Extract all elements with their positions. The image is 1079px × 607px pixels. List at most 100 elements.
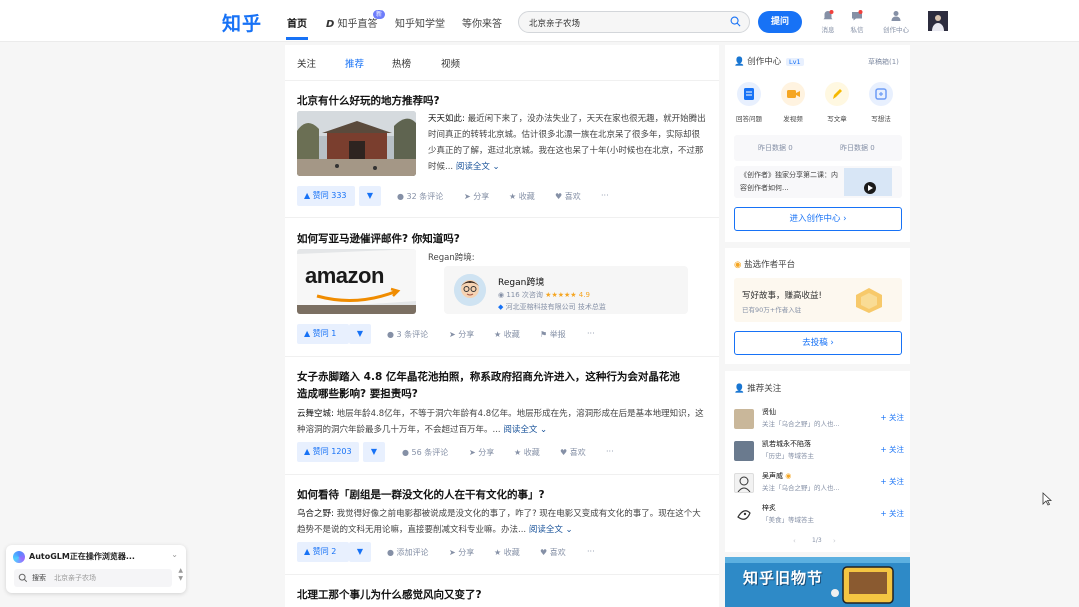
write-article-button[interactable]: [825, 82, 849, 106]
zhihu-logo[interactable]: 知乎: [222, 9, 262, 36]
upvote-button[interactable]: ▲ 赞同 1: [297, 324, 349, 344]
feed-item-title[interactable]: 如何写亚马逊催评邮件? 你知道吗?: [297, 231, 460, 246]
comment-button[interactable]: ● 3 条评论: [387, 329, 428, 340]
follow-button[interactable]: + 关注: [880, 476, 904, 487]
autoglm-logo-icon: [13, 551, 25, 563]
comment-button[interactable]: ● 32 条评论: [397, 191, 443, 202]
creator-promo-text: 《创作者》独家分享第二课：内容创作者如何...: [740, 171, 838, 192]
follow-name[interactable]: 吴声威 ◉: [762, 471, 791, 481]
nav-zhida[interactable]: D 知乎直答: [326, 15, 378, 30]
follow-button[interactable]: + 关注: [880, 508, 904, 519]
more-button[interactable]: ···: [601, 191, 609, 200]
promo-banner[interactable]: 知乎旧物节: [725, 557, 910, 607]
collapse-chevron-icon[interactable]: ⌄: [171, 550, 178, 559]
creator-center-label: 创作中心: [883, 26, 909, 34]
nav-waiting-answer[interactable]: 等你来答: [462, 15, 502, 30]
collect-button[interactable]: ★ 收藏: [494, 547, 520, 558]
comment-button[interactable]: ● 56 条评论: [402, 447, 448, 458]
report-button[interactable]: ⚑ 举报: [540, 329, 566, 340]
follow-button[interactable]: + 关注: [880, 412, 904, 423]
pager-prev-icon[interactable]: ‹: [793, 537, 796, 545]
follow-suggestion[interactable]: 凯若城永不陷落 「历史」等域答主 + 关注: [734, 439, 904, 463]
creator-promo[interactable]: 《创作者》独家分享第二课：内容创作者如何...: [734, 166, 902, 198]
comment-label: 56 条评论: [411, 448, 449, 457]
downvote-button[interactable]: ▼: [349, 324, 371, 344]
feed-item-title[interactable]: 北理工那个事儿为什么感觉风向又变了?: [297, 587, 482, 602]
more-button[interactable]: ···: [587, 329, 595, 338]
like-button[interactable]: ♥ 喜欢: [555, 191, 581, 202]
notifications-button[interactable]: 消息: [813, 10, 843, 34]
collect-button[interactable]: ★ 收藏: [509, 191, 535, 202]
read-more-link[interactable]: 阅读全文: [456, 162, 490, 172]
upvote-button[interactable]: ▲ 赞同 1203: [297, 442, 359, 462]
share-button[interactable]: ➤ 分享: [449, 547, 474, 558]
share-button[interactable]: ➤ 分享: [449, 329, 474, 340]
ask-button[interactable]: 提问: [758, 11, 802, 33]
downvote-button[interactable]: ▼: [363, 442, 385, 462]
answer-question-button[interactable]: [737, 82, 761, 106]
search-value: 北京亲子农场: [529, 19, 581, 29]
user-avatar[interactable]: [928, 11, 948, 31]
feed-item-thumbnail[interactable]: amazon: [297, 249, 416, 314]
share-label: 分享: [458, 330, 475, 339]
drafts-link[interactable]: 草稿箱(1): [868, 57, 899, 67]
collect-button[interactable]: ★ 收藏: [514, 447, 540, 458]
collect-button[interactable]: ★ 收藏: [494, 329, 520, 340]
follow-suggestion[interactable]: 梓炙 「美食」等域答主 + 关注: [734, 503, 904, 527]
pager-next-icon[interactable]: ›: [833, 537, 836, 545]
follow-suggestion[interactable]: 贤仙 关注「乌合之野」的人也... + 关注: [734, 407, 904, 431]
follow-suggestion[interactable]: 吴声威 ◉ 关注「乌合之野」的人也... + 关注: [734, 471, 904, 495]
follow-button[interactable]: + 关注: [880, 444, 904, 455]
feed-item-title[interactable]: 如何看待「剧组是一群没文化的人在干有文化的事」?: [297, 487, 545, 502]
chevron-down-icon: ⌄: [537, 425, 548, 435]
upvote-button[interactable]: ▲ 赞同 333: [297, 186, 355, 206]
comment-button[interactable]: ● 添加评论: [387, 547, 429, 558]
tab-recommend[interactable]: 推荐: [345, 56, 364, 70]
follow-name[interactable]: 梓炙: [762, 503, 776, 513]
feed-item-author[interactable]: Regan跨境:: [428, 250, 475, 266]
like-button[interactable]: ♥ 喜欢: [540, 547, 566, 558]
tab-follow[interactable]: 关注: [297, 56, 316, 70]
collect-label: 收藏: [518, 192, 535, 201]
upvote-label: 赞同 1203: [312, 447, 352, 456]
platform-promo[interactable]: 写好故事，赚高收益! 已有90万+作者入驻: [734, 278, 902, 322]
downvote-button[interactable]: ▼: [349, 542, 371, 562]
feed-item-excerpt[interactable]: 乌合之野: 我觉得好像之前电影都被说成是没文化的事了，咋了? 现在电影又变成有文…: [297, 506, 705, 538]
read-more-link[interactable]: 阅读全文: [503, 425, 537, 435]
post-video-button[interactable]: [781, 82, 805, 106]
write-article-label: 写文章: [827, 115, 847, 123]
scroll-arrows-icon[interactable]: ▲ ▼: [178, 567, 183, 583]
follow-name[interactable]: 凯若城永不陷落: [762, 439, 811, 449]
enter-creation-center-button[interactable]: 进入创作中心 ›: [734, 207, 902, 231]
follow-name[interactable]: 贤仙: [762, 407, 776, 417]
feed-item-title-line2[interactable]: 造成哪些影响? 要担责吗?: [297, 386, 418, 401]
message-icon: [852, 10, 863, 21]
creator-center-button[interactable]: 创作中心: [879, 10, 913, 34]
read-more-link[interactable]: 阅读全文: [529, 525, 563, 535]
like-button[interactable]: ♥ 喜欢: [560, 447, 586, 458]
search-icon[interactable]: [730, 16, 741, 27]
messages-button[interactable]: 私信: [842, 10, 872, 34]
feed-item-title[interactable]: 北京有什么好玩的地方推荐吗?: [297, 93, 440, 108]
share-button[interactable]: ➤ 分享: [469, 447, 494, 458]
nav-zhixuetang[interactable]: 知乎知学堂: [395, 15, 445, 30]
author-info-card[interactable]: Regan跨境 ◉ 116 次咨询 ★★★★★ 4.9 ◆ 河北亚榕科技有限公司…: [444, 266, 688, 314]
share-label: 分享: [473, 192, 490, 201]
feed-item-thumbnail[interactable]: [297, 111, 416, 176]
pen-icon: [833, 89, 842, 99]
tab-hot[interactable]: 热榜: [392, 56, 411, 70]
search-input[interactable]: 北京亲子农场: [518, 11, 750, 33]
write-idea-button[interactable]: [869, 82, 893, 106]
submit-manuscript-button[interactable]: 去投稿 ›: [734, 331, 902, 355]
nav-home[interactable]: 首页: [287, 15, 307, 30]
feed-item-excerpt[interactable]: 云舞空城: 地层年龄4.8亿年，不等于洞穴年龄有4.8亿年。地层形成在先，溶洞形…: [297, 406, 705, 438]
more-button[interactable]: ···: [587, 547, 595, 556]
upvote-button[interactable]: ▲ 赞同 2: [297, 542, 349, 562]
autoglm-status-title: AutoGLM正在操作浏览器...: [29, 552, 135, 561]
share-button[interactable]: ➤ 分享: [464, 191, 489, 202]
feed-item-excerpt[interactable]: 天天如此: 最近闲下来了，没办法失业了，天天在家也很无趣，就开始腾出时间真正的转…: [428, 111, 706, 176]
feed-item-title[interactable]: 女子赤脚踏入 4.8 亿年晶花池拍照，称系政府招商允许进入，这种行为会对晶花池: [297, 369, 680, 384]
more-button[interactable]: ···: [606, 447, 614, 456]
tab-video[interactable]: 视频: [441, 56, 460, 70]
downvote-button[interactable]: ▼: [359, 186, 381, 206]
